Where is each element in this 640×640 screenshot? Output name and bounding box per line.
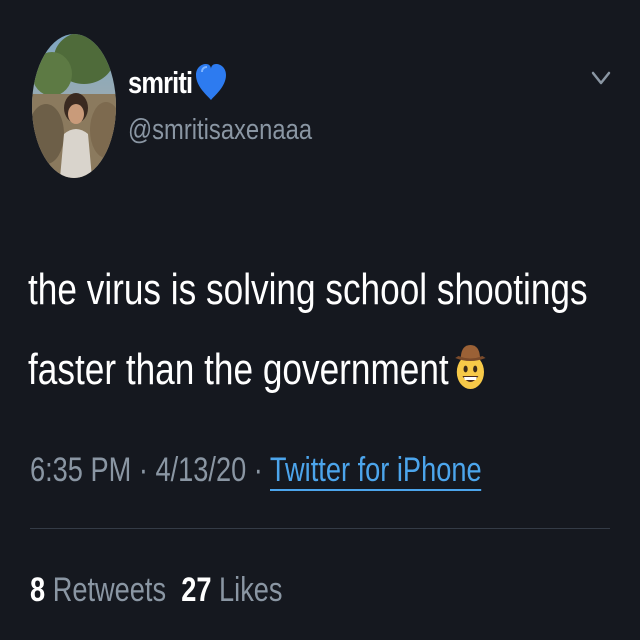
display-name[interactable]: smriti — [128, 67, 193, 98]
retweets-count: 8 — [30, 571, 46, 609]
tweet-meta: 6:35 PM · 4/13/20 · Twitter for iPhone — [30, 450, 482, 491]
meta-separator: · — [131, 451, 156, 489]
tweet-stats: 8 Retweets 27 Likes — [30, 570, 283, 610]
tweet-text-line-2: faster than the government — [28, 330, 572, 410]
author-name-row[interactable]: smriti — [128, 62, 228, 102]
retweets-label: Retweets — [52, 571, 167, 609]
blue-heart-icon — [194, 62, 228, 102]
tweet-card: smriti @smritisaxenaaa the virus is solv… — [0, 0, 640, 640]
avatar[interactable] — [32, 34, 116, 178]
cowboy-hat-face-icon — [454, 338, 488, 389]
tweet-date[interactable]: 4/13/20 — [155, 451, 246, 489]
tweet-text-line-1: the virus is solving school shootings — [28, 265, 588, 314]
divider — [30, 528, 610, 529]
likes-count: 27 — [181, 571, 212, 609]
tweet-time[interactable]: 6:35 PM — [30, 451, 131, 489]
tweet-text: the virus is solving school shootings fa… — [28, 250, 588, 410]
likes-label: Likes — [219, 571, 283, 609]
retweets-stat[interactable]: 8 Retweets — [30, 571, 166, 609]
chevron-down-icon[interactable] — [590, 70, 612, 86]
user-handle[interactable]: @smritisaxenaaa — [128, 116, 312, 145]
tweet-source-link[interactable]: Twitter for iPhone — [269, 451, 482, 491]
meta-separator: · — [246, 451, 270, 489]
likes-stat[interactable]: 27 Likes — [181, 571, 282, 609]
tweet-text-line-2-text: faster than the government — [28, 345, 449, 394]
